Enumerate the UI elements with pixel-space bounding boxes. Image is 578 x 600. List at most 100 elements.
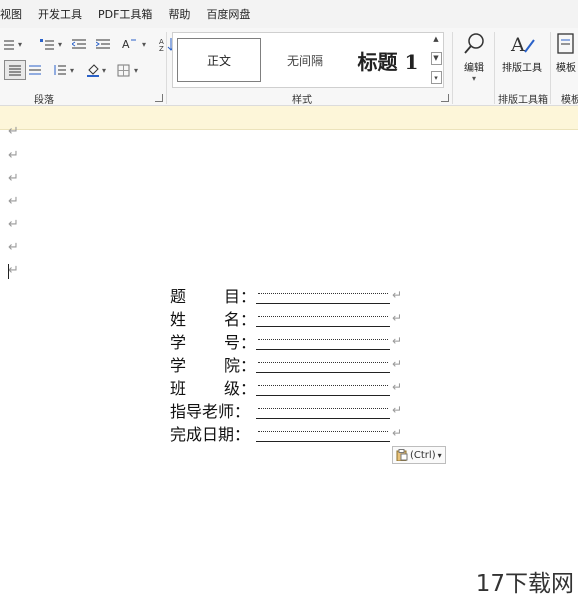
menu-view[interactable]: 视图 (0, 6, 30, 22)
decrease-indent-icon[interactable] (68, 34, 90, 54)
paragraph-mark: ↵ (392, 288, 403, 302)
paragraph-mark: ↵ (392, 334, 403, 348)
paste-options-button[interactable]: (Ctrl) ▾ (392, 446, 446, 464)
form-label-text: 完成日期： (170, 425, 251, 444)
paragraph-mark: ↵ (392, 426, 403, 440)
form-label: 完成日期： (170, 421, 256, 445)
group-separator (166, 32, 167, 104)
increase-indent-icon[interactable] (92, 34, 114, 54)
form-underline-field[interactable] (256, 378, 390, 396)
shading-icon[interactable] (82, 60, 104, 80)
watermark-logo: 17下载网 (475, 571, 574, 597)
style-no-spacing[interactable]: 无间隔 (265, 38, 345, 82)
paste-options-label: (Ctrl) (410, 449, 436, 461)
layout-tool-label: 排版工具 (502, 63, 542, 74)
form-underline-field[interactable] (256, 332, 390, 350)
form-label-char: 学 (170, 356, 187, 375)
styles-expand-icon[interactable]: ▾ (430, 71, 442, 84)
form-underline-field[interactable] (256, 286, 390, 304)
form-label-char: 号： (223, 333, 256, 352)
bullet-list-icon[interactable] (0, 34, 18, 54)
paragraph-mark: ↵ (392, 357, 403, 371)
form-label-char: 姓 (170, 310, 187, 329)
styles-scroll: ▲ ▼ ▾ (430, 32, 442, 84)
template-tool[interactable]: 模板 (556, 32, 578, 74)
edit-tool[interactable]: 编辑 ▾ (458, 32, 490, 83)
form-label-char: 班 (170, 379, 187, 398)
paragraph-mark: ↵ (8, 171, 19, 186)
styles-gallery: 正文 无间隔 标题 1 (172, 32, 444, 88)
menu-pdf-toolbox[interactable]: PDF工具箱 (90, 6, 160, 22)
styles-settings-launcher-icon[interactable] (441, 94, 449, 102)
form-label: 指导老师： (170, 398, 256, 422)
line-spacing-dropdown-icon[interactable]: ▾ (70, 66, 74, 75)
paragraph-mark: ↵ (392, 311, 403, 325)
form-label-text: 指导老师： (170, 402, 251, 421)
paragraph-mark: ↵ (8, 148, 19, 163)
form-row-student-id: 学 号： ↵ (170, 330, 402, 352)
form-label-char: 名： (223, 310, 256, 329)
form-underline-field[interactable] (256, 401, 390, 419)
form-row-completion-date: 完成日期： ↵ (170, 422, 402, 444)
bullet-list-dropdown-icon[interactable]: ▾ (18, 40, 22, 49)
line-spacing-icon[interactable] (48, 60, 70, 80)
paragraph-mark: ↵ (8, 217, 19, 232)
form-label: 班 级： (170, 375, 256, 399)
text-cursor (8, 264, 9, 279)
paragraph-mark: ↵ (8, 194, 19, 209)
form-label-char: 目： (223, 287, 256, 306)
paragraph-mark: ↵ (392, 403, 403, 417)
form-label-char: 院： (223, 356, 256, 375)
form-label: 题 目： (170, 283, 256, 307)
svg-text:Z: Z (159, 45, 164, 51)
form-underline-field[interactable] (256, 355, 390, 373)
template-group-label: 模板 (561, 95, 578, 106)
form-row-advisor: 指导老师： ↵ (170, 399, 402, 421)
form-underline-field[interactable] (256, 424, 390, 442)
paragraph-mark: ↵ (392, 380, 403, 394)
menu-developer-tools[interactable]: 开发工具 (30, 6, 90, 22)
form-label-char: 学 (170, 333, 187, 352)
document-page[interactable]: ↵ ↵ ↵ ↵ ↵ ↵ ↵ 题 目： ↵ 姓 名： ↵ 学 号： ↵ 学 院： (0, 124, 578, 600)
paragraph-settings-launcher-icon[interactable] (155, 94, 163, 102)
shading-dropdown-icon[interactable]: ▾ (102, 66, 106, 75)
form-row-class: 班 级： ↵ (170, 376, 402, 398)
form-underline-field[interactable] (256, 309, 390, 327)
align-justify-icon[interactable] (4, 60, 26, 80)
borders-icon[interactable] (112, 60, 134, 80)
form-label-char: 级： (223, 379, 256, 398)
menu-baidu-netdisk[interactable]: 百度网盘 (198, 6, 258, 22)
numbered-list-dropdown-icon[interactable]: ▾ (58, 40, 62, 49)
styles-scroll-up-icon[interactable]: ▲ (431, 32, 442, 45)
edit-label: 编辑 (464, 63, 484, 74)
clipboard-icon (396, 449, 408, 461)
numbered-list-icon[interactable] (36, 34, 58, 54)
svg-text:A: A (510, 34, 525, 56)
paste-options-dropdown-icon: ▾ (437, 450, 442, 460)
distributed-align-icon[interactable] (24, 60, 46, 80)
find-icon (464, 33, 484, 54)
menu-bar: 视图 开发工具 PDF工具箱 帮助 百度网盘 (0, 0, 578, 28)
style-heading-1[interactable]: 标题 1 (349, 38, 427, 82)
borders-dropdown-icon[interactable]: ▾ (134, 66, 138, 75)
layout-a-pen-icon: A (510, 34, 535, 56)
group-separator (452, 32, 453, 104)
form-label-char: 题 (170, 287, 187, 306)
form-label: 姓 名： (170, 306, 256, 330)
paragraph-mark: ↵ (8, 124, 19, 139)
styles-scroll-down-icon[interactable]: ▼ (430, 51, 442, 65)
group-separator (494, 32, 495, 104)
form-label: 学 号： (170, 329, 256, 353)
layout-group-label: 排版工具箱 (498, 95, 548, 106)
form-row-name: 姓 名： ↵ (170, 307, 402, 329)
layout-tool[interactable]: A 排版工具 (498, 32, 546, 74)
menu-help[interactable]: 帮助 (160, 6, 198, 22)
form-label: 学 院： (170, 352, 256, 376)
chinese-layout-dropdown-icon[interactable]: ▾ (142, 40, 146, 49)
style-normal[interactable]: 正文 (177, 38, 261, 82)
form-row-title: 题 目： ↵ (170, 284, 402, 306)
form-row-college: 学 院： ↵ (170, 353, 402, 375)
chinese-layout-icon[interactable]: A (118, 34, 140, 54)
paragraph-mark: ↵ (8, 263, 19, 278)
styles-group-label: 样式 (292, 95, 312, 106)
